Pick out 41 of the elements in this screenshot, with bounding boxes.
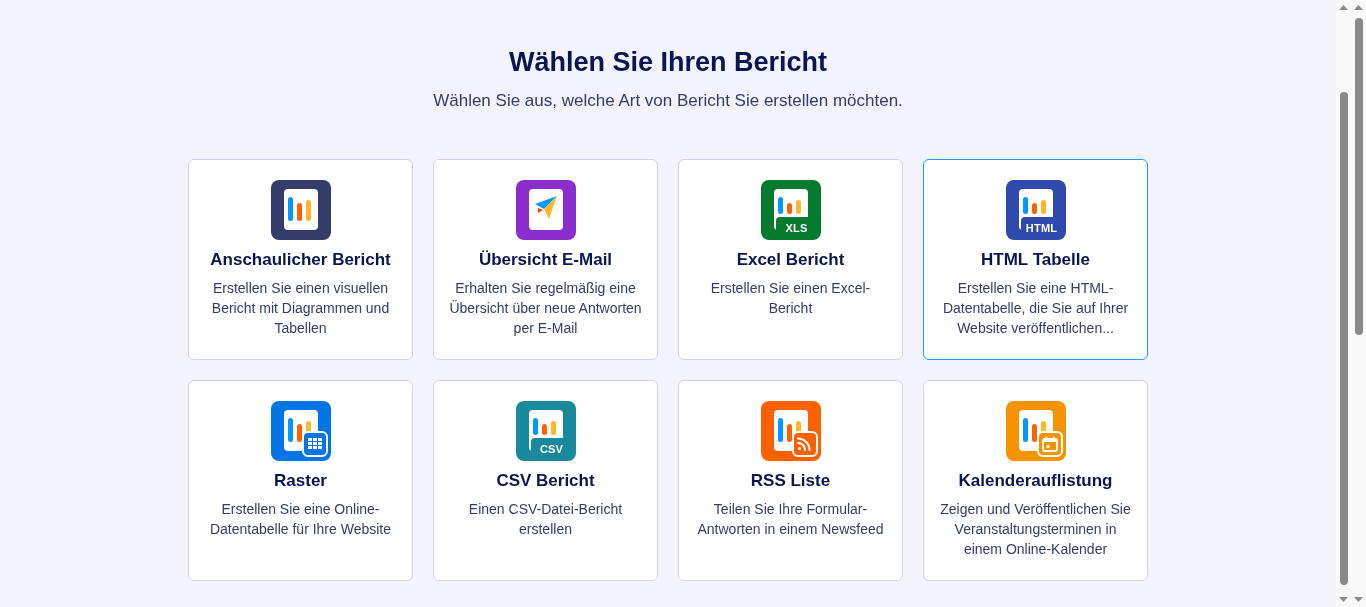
bar-chart-file-icon [760, 180, 821, 240]
bar-chart-table-icon [270, 401, 331, 461]
card-description: Erstellen Sie eine Online-Datentabelle für Ihre Website [208, 500, 393, 539]
bar-chart-rss-icon [760, 401, 821, 461]
report-type-card[interactable]: Anschaulicher Bericht Erstellen Sie einen visuellen Bericht mit Diagrammen und Tabellen [188, 159, 413, 360]
scrollbar-thumb[interactable] [1354, 18, 1363, 335]
scrollbar-track[interactable] [1336, 0, 1351, 607]
bar-chart-file-icon [1005, 180, 1066, 240]
report-type-card[interactable]: XLS Excel Bericht Erstellen Sie einen Excel-Bericht [678, 159, 903, 360]
card-title: CSV Bericht [496, 470, 595, 492]
paper-plane-icon [515, 180, 576, 240]
report-type-card[interactable]: Kalenderauflistung Zeigen und Veröffentlichen Sie Veranstaltungsterminen in einem Online-Kalender [923, 380, 1148, 581]
report-type-card[interactable]: RSS Liste Teilen Sie Ihre Formular-Antworten in einem Newsfeed [678, 380, 903, 581]
file-type-label: XLS [784, 222, 809, 234]
card-title: Excel Bericht [736, 249, 845, 271]
report-type-card[interactable]: HTML HTML Tabelle Erstellen Sie eine HTML-Datentabelle, die Sie auf Ihrer Website veröffentlichen... [923, 159, 1148, 360]
report-type-card[interactable]: Übersicht E-Mail Erhalten Sie regelmäßig eine Übersicht über neue Antworten per E-Mail [433, 159, 658, 360]
report-type-card[interactable]: CSV CSV Bericht Einen CSV-Datei-Bericht erstellen [433, 380, 658, 581]
card-title: RSS Liste [750, 470, 831, 492]
card-title: HTML Tabelle [981, 249, 1090, 271]
card-title: Anschaulicher Bericht [210, 249, 391, 271]
card-description: Erstellen Sie eine HTML-Datentabelle, die Sie auf Ihrer Website veröffentlichen... [941, 279, 1130, 338]
card-description: Erstellen Sie einen Excel-Bericht [709, 279, 872, 318]
file-type-label: HTML [1024, 222, 1059, 234]
bar-chart-icon [270, 180, 331, 240]
card-title: Übersicht E-Mail [478, 249, 613, 271]
card-title: Raster [274, 470, 327, 492]
scrollbar-thumb[interactable] [1339, 92, 1348, 585]
card-description: Erstellen Sie einen visuellen Bericht mit Diagrammen und Tabellen [210, 279, 391, 338]
bar-chart-file-icon [515, 401, 576, 461]
card-description: Einen CSV-Datei-Bericht erstellen [467, 500, 624, 539]
page-title: Wählen Sie Ihren Bericht [508, 46, 828, 79]
file-type-label: CSV [538, 443, 565, 455]
page-subtitle: Wählen Sie aus, welche Art von Bericht Sie erstellen möchten. [433, 90, 903, 112]
card-description: Zeigen und Veröffentlichen Sie Veranstaltungsterminen in einem Online-Kalender [939, 500, 1132, 559]
scrollbar-track[interactable] [1351, 0, 1366, 607]
card-description: Teilen Sie Ihre Formular-Antworten in einem Newsfeed [696, 500, 885, 539]
report-type-card[interactable]: Raster Erstellen Sie eine Online-Datentabelle für Ihre Website [188, 380, 413, 581]
card-description: Erhalten Sie regelmäßig eine Übersicht über neue Antworten per E-Mail [448, 279, 643, 338]
bar-chart-calendar-icon [1005, 401, 1066, 461]
card-title: Kalenderauflistung [958, 470, 1113, 492]
